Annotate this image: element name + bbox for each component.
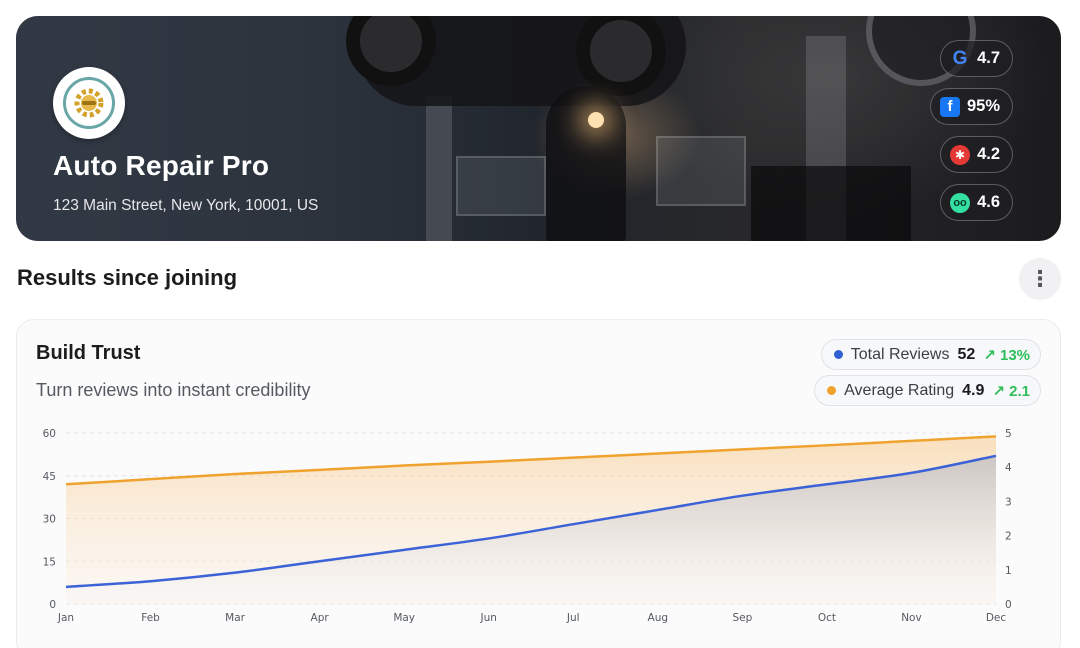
garage-window bbox=[656, 136, 746, 206]
y-right-tick-label: 5 bbox=[1005, 428, 1012, 440]
x-tick-label: Jul bbox=[566, 612, 580, 624]
rating-badges: G 4.7 f 95% ✱ 4.2 oo 4.6 bbox=[929, 40, 1013, 221]
y-right-tick-label: 0 bbox=[1005, 599, 1012, 611]
rating-value: 4.2 bbox=[977, 145, 1000, 163]
x-tick-label: Sep bbox=[732, 612, 752, 624]
y-left-tick-label: 15 bbox=[43, 556, 56, 568]
x-tick-label: Jun bbox=[480, 612, 497, 624]
y-left-tick-label: 45 bbox=[43, 471, 56, 483]
business-address: 123 Main Street, New York, 10001, US bbox=[53, 197, 319, 214]
rating-badge-tripadvisor[interactable]: oo 4.6 bbox=[940, 184, 1013, 221]
y-right-tick-label: 2 bbox=[1005, 531, 1012, 543]
rating-badge-google[interactable]: G 4.7 bbox=[940, 40, 1013, 77]
rating-value: 95% bbox=[966, 97, 1000, 115]
work-lamp bbox=[588, 112, 604, 128]
x-tick-label: Aug bbox=[648, 612, 669, 624]
gear-wrench-logo-icon bbox=[63, 77, 115, 129]
rating-badge-facebook[interactable]: f 95% bbox=[929, 88, 1013, 125]
y-left-tick-label: 0 bbox=[49, 599, 56, 611]
x-tick-label: Apr bbox=[311, 612, 330, 624]
yelp-icon: ✱ bbox=[950, 144, 971, 165]
kebab-menu-icon: ⋮ bbox=[1029, 266, 1051, 291]
reviews-rating-chart: 015304560012345Jan Feb Mar Apr May Jun Jul Aug S… bbox=[43, 428, 1012, 624]
x-tick-label: Mar bbox=[225, 612, 245, 624]
business-hero-banner: Auto Repair Pro 123 Main Street, New Yor… bbox=[16, 16, 1061, 241]
x-tick-label: Nov bbox=[901, 612, 922, 624]
y-right-tick-label: 4 bbox=[1005, 462, 1012, 474]
mechanic-silhouette bbox=[546, 86, 626, 241]
y-left-tick-label: 30 bbox=[43, 514, 56, 526]
rating-value: 4.7 bbox=[977, 49, 1000, 67]
y-left-tick-label: 60 bbox=[43, 428, 56, 440]
x-tick-label: Oct bbox=[818, 612, 836, 624]
business-logo bbox=[53, 67, 125, 139]
y-right-tick-label: 3 bbox=[1005, 496, 1012, 508]
x-tick-label: Jan bbox=[57, 612, 74, 624]
y-right-tick-label: 1 bbox=[1005, 565, 1012, 577]
business-name: Auto Repair Pro bbox=[53, 150, 270, 181]
section-title: Results since joining bbox=[17, 265, 238, 290]
google-icon: G bbox=[952, 47, 968, 69]
more-options-button[interactable]: ⋮ bbox=[1019, 258, 1061, 300]
rating-value: 4.6 bbox=[977, 193, 1000, 211]
tool-cabinet bbox=[751, 166, 911, 241]
build-trust-card: Build Trust Turn reviews into instant cr… bbox=[16, 319, 1061, 648]
tripadvisor-icon: oo bbox=[950, 192, 971, 213]
garage-window bbox=[456, 156, 546, 216]
lift-pillar bbox=[426, 96, 452, 241]
x-tick-label: Feb bbox=[141, 612, 160, 624]
x-tick-label: Dec bbox=[986, 612, 1007, 624]
facebook-icon: f bbox=[939, 96, 960, 117]
rating-badge-yelp[interactable]: ✱ 4.2 bbox=[940, 136, 1013, 173]
x-tick-label: May bbox=[393, 612, 415, 624]
